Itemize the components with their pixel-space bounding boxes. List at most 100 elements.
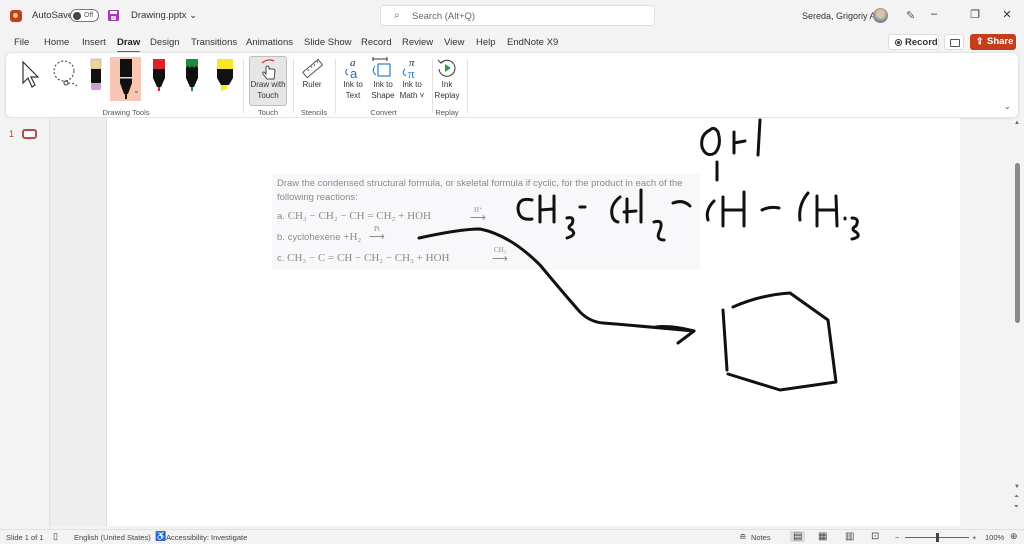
ink-replay-label-2: Replay xyxy=(434,91,460,100)
scroll-down-icon[interactable]: ▼ xyxy=(1014,484,1020,490)
status-bar: Slide 1 of 1 ▯ English (United States) ♿… xyxy=(0,529,1024,544)
scrollbar-thumb[interactable] xyxy=(1015,163,1020,323)
avatar[interactable] xyxy=(873,8,888,23)
reaction-b-formula: +H₂ xyxy=(343,231,362,243)
scroll-up-icon[interactable]: ▲ xyxy=(1014,120,1020,126)
group-separator xyxy=(467,59,468,113)
record-icon xyxy=(895,39,902,46)
ruler-icon[interactable] xyxy=(301,58,323,80)
zoom-level[interactable]: 100% xyxy=(985,533,1004,542)
search-placeholder: Search (Alt+Q) xyxy=(412,11,476,22)
search-input[interactable]: ⌕ Search (Alt+Q) xyxy=(380,5,655,26)
pen-red-icon[interactable] xyxy=(151,58,167,92)
draw-with-touch-label-1: Draw with xyxy=(250,80,286,89)
search-icon: ⌕ xyxy=(394,10,400,21)
reaction-c-arrow: ⟶ xyxy=(492,253,508,265)
notes-icon: ≘ xyxy=(739,532,747,542)
reaction-b-prefix: b. xyxy=(277,232,285,243)
next-slide-icon[interactable]: ⏷ xyxy=(1014,504,1019,511)
toggle-knob xyxy=(73,12,81,20)
lasso-select-icon[interactable] xyxy=(50,59,82,89)
pen-black-icon[interactable] xyxy=(117,58,135,102)
group-separator xyxy=(335,59,336,113)
save-icon[interactable] xyxy=(108,10,119,21)
collapse-ribbon-chevron-icon[interactable]: ⌄ xyxy=(1004,102,1011,111)
reaction-a-formula: CH₃ − CH₂ − CH = CH₂ + HOH xyxy=(287,210,431,222)
record-button[interactable]: Record xyxy=(888,34,939,50)
close-button[interactable]: ✕ xyxy=(999,8,1015,21)
title-bar: AutoSave Off Drawing.pptx ⌄ ⌕ Search (Al… xyxy=(0,0,1024,32)
reading-view-icon[interactable]: ▥ xyxy=(845,531,854,542)
tab-design[interactable]: Design xyxy=(150,37,180,48)
accessibility-status[interactable]: Accessibility: Investigate xyxy=(166,533,247,542)
reaction-a-prefix: a. xyxy=(277,211,285,222)
ribbon: ⌄ Drawing Tools Draw with Touch Touch Ru… xyxy=(5,52,1019,118)
tab-help[interactable]: Help xyxy=(476,37,496,48)
tab-view[interactable]: View xyxy=(444,37,464,48)
ruler-label: Ruler xyxy=(302,80,322,89)
document-name[interactable]: Drawing.pptx ⌄ xyxy=(131,10,197,21)
reaction-c: c. CH₃ − C = CH − CH₂ − CH₃ + HOH xyxy=(277,252,449,264)
tab-slide-show[interactable]: Slide Show xyxy=(304,37,352,48)
tab-draw[interactable]: Draw xyxy=(117,37,141,53)
document-name-text: Drawing.pptx xyxy=(131,10,187,21)
ink-replay-icon[interactable] xyxy=(436,57,458,79)
language-indicator[interactable]: English (United States) xyxy=(74,533,151,542)
tab-insert[interactable]: Insert xyxy=(82,37,106,48)
ink-to-math-label-1: Ink to xyxy=(402,80,422,89)
group-label-touch: Touch xyxy=(257,108,278,117)
ink-to-text-icon[interactable]: a a xyxy=(342,56,364,80)
group-separator xyxy=(243,59,244,113)
ink-to-math-label-2: Math ˅ xyxy=(399,91,425,100)
notes-button[interactable]: Notes xyxy=(751,533,771,542)
ink-to-shape-icon[interactable] xyxy=(369,56,393,80)
record-label: Record xyxy=(905,37,938,48)
ink-replay-label-1: Ink xyxy=(441,80,453,89)
pen-options-chevron-icon[interactable]: ⌄ xyxy=(133,86,140,95)
vertical-scrollbar[interactable]: ▲ ▼ ⏶ ⏷ xyxy=(1012,118,1024,526)
reaction-c-prefix: c. xyxy=(277,253,285,264)
pen-green-icon[interactable] xyxy=(184,58,200,92)
slide-thumbnail-pane: 1 xyxy=(0,118,50,526)
zoom-out-button[interactable]: − xyxy=(895,533,899,542)
normal-view-icon[interactable]: ▤ xyxy=(790,531,806,542)
tab-endnote[interactable]: EndNote X9 xyxy=(507,37,558,48)
tab-animations[interactable]: Animations xyxy=(246,37,293,48)
minimize-button[interactable]: – xyxy=(926,8,942,20)
svg-text:π: π xyxy=(408,66,415,80)
reaction-b: b. cyclohexene +H₂ xyxy=(277,231,361,243)
slide-show-icon[interactable]: ⊡ xyxy=(871,531,879,542)
touch-hand-icon xyxy=(261,59,276,80)
zoom-slider-handle[interactable] xyxy=(936,533,939,542)
restore-button[interactable]: ❐ xyxy=(967,8,983,21)
tab-transitions[interactable]: Transitions xyxy=(191,37,237,48)
autosave-label: AutoSave xyxy=(32,10,74,21)
tab-review[interactable]: Review xyxy=(402,37,433,48)
autosave-toggle[interactable]: Off xyxy=(70,9,99,22)
tab-file[interactable]: File xyxy=(14,37,29,48)
tab-home[interactable]: Home xyxy=(44,37,69,48)
previous-slide-icon[interactable]: ⏶ xyxy=(1014,494,1019,501)
reaction-c-formula: CH₃ − C = CH − CH₂ − CH₃ + HOH xyxy=(287,252,450,264)
problem-image[interactable]: Draw the condensed structural formula, o… xyxy=(272,174,700,270)
group-label-replay: Replay xyxy=(435,108,459,117)
problem-intro-text: Draw the condensed structural formula, o… xyxy=(277,178,683,203)
select-arrow-icon[interactable] xyxy=(20,59,42,89)
user-name[interactable]: Sereda, Grigoriy A xyxy=(802,11,876,21)
share-button[interactable]: ⇪ Share xyxy=(970,34,1016,50)
autosave-state: Off xyxy=(84,11,94,19)
reaction-a-arrow: ⟶ xyxy=(470,212,486,224)
spelling-check-icon[interactable]: ▯ xyxy=(53,531,58,542)
ink-to-math-icon[interactable]: π π xyxy=(399,56,423,80)
pen-icon[interactable]: ✎ xyxy=(906,9,915,22)
reaction-b-arrow: ⟶ xyxy=(369,231,385,243)
tab-record[interactable]: Record xyxy=(361,37,392,48)
zoom-in-button[interactable]: + xyxy=(972,533,976,542)
reaction-a: a. CH₃ − CH₂ − CH = CH₂ + HOH xyxy=(277,210,431,222)
comments-button[interactable] xyxy=(944,34,964,50)
pen-purple-icon[interactable] xyxy=(89,58,103,92)
slide-thumbnail[interactable] xyxy=(22,129,37,139)
highlighter-yellow-icon[interactable] xyxy=(214,58,236,92)
fit-to-window-icon[interactable]: ⊕ xyxy=(1010,531,1018,542)
slide-sorter-icon[interactable]: ▦ xyxy=(818,531,827,542)
